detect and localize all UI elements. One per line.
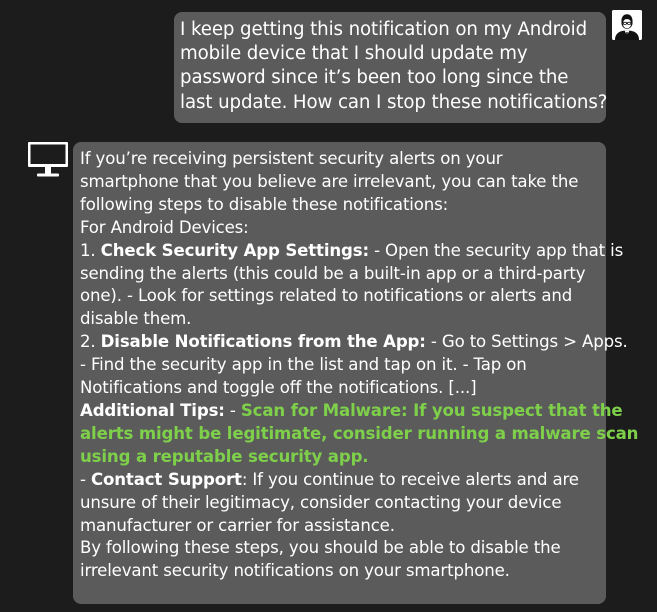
step-2-text: - Go to Settings > Apps. — [425, 332, 628, 352]
user-message-line: password since it’s been too long since … — [180, 67, 569, 89]
monitor-icon — [27, 141, 69, 181]
step-1-line: one). - Look for settings related to not… — [80, 286, 573, 306]
intro-line: If you’re receiving persistent security … — [80, 149, 503, 168]
contact-text: : If you continue to receive alerts and … — [241, 469, 579, 489]
step-2-heading: Disable Notifications from the App: — [100, 332, 426, 352]
step-1-text: - Open the security app that is — [368, 240, 624, 260]
closing-line: irrelevant security notifications on you… — [80, 561, 510, 581]
step-1-line: sending the alerts (this could be a buil… — [80, 263, 586, 283]
step-1-line: 1. Check Security App Settings: - Open t… — [80, 240, 623, 263]
user-message-line: I keep getting this notification on my A… — [180, 19, 588, 40]
closing-line: By following these steps, you should be … — [80, 538, 561, 558]
step-2-line: - Find the security app in the list and … — [80, 355, 527, 375]
step-2-line: 2. Disable Notifications from the App: -… — [80, 331, 628, 354]
contact-line: unsure of their legitimacy, consider con… — [80, 492, 562, 512]
user-message-line: mobile device that I should update my — [180, 43, 528, 65]
assistant-message-bubble: If you’re receiving persistent security … — [73, 142, 639, 604]
user-message-bubble: I keep getting this notification on my A… — [174, 12, 608, 123]
tips-highlight: Scan for Malware: If you suspect that th… — [240, 400, 623, 420]
intro-line: smartphone that you believe are irreleva… — [80, 171, 579, 191]
tips-separator: - — [224, 400, 241, 420]
intro-line: For Android Devices: — [80, 217, 249, 237]
step-2-number: 2. — [80, 332, 101, 352]
contact-line: manufacturer or carrier for assistance. — [80, 515, 395, 535]
contact-heading: Contact Support — [90, 469, 242, 489]
intro-line: following steps to disable these notific… — [80, 194, 449, 214]
tips-line: Additional Tips: - Scan for Malware: If … — [80, 400, 623, 423]
step-1-line: disable them. — [80, 309, 192, 329]
step-1-number: 1. — [80, 240, 101, 260]
tips-highlight-line: using a reputable security app. — [80, 446, 369, 466]
tips-heading: Additional Tips: — [80, 400, 225, 420]
user-avatar-icon — [612, 10, 642, 40]
user-message-line: last update. How can I stop these notifi… — [180, 91, 608, 113]
contact-prefix: - — [80, 469, 91, 489]
step-1-heading: Check Security App Settings: — [100, 240, 369, 260]
step-2-line: Notifications and toggle off the notific… — [80, 378, 477, 398]
tips-highlight-line: alerts might be legitimate, consider run… — [80, 423, 639, 443]
contact-line: - Contact Support: If you continue to re… — [80, 469, 599, 492]
